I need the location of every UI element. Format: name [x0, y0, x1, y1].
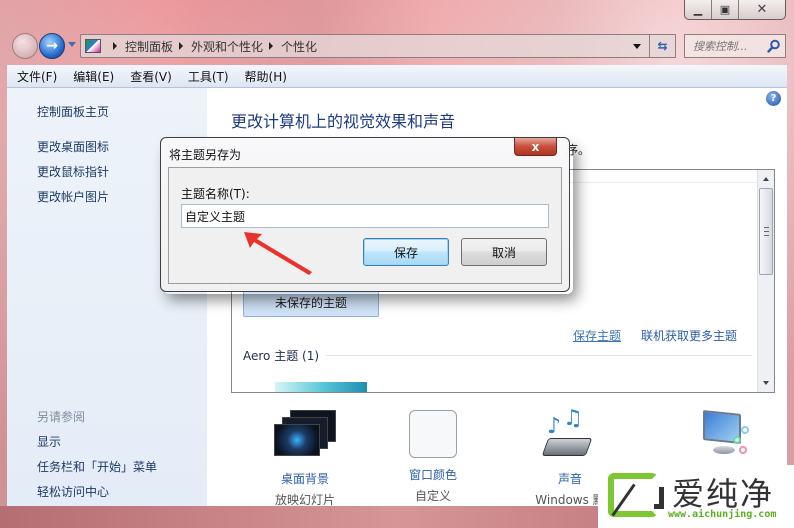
- menu-help[interactable]: 帮助(H): [245, 68, 287, 85]
- page-title: 更改计算机上的视觉效果和声音: [231, 112, 456, 131]
- caption-buttons: ▁ ▣ ✕: [684, 0, 786, 20]
- save-button[interactable]: 保存: [363, 238, 449, 266]
- breadcrumb-control-panel[interactable]: 控制面板: [125, 38, 173, 55]
- breadcrumb-chevron-icon[interactable]: [269, 42, 274, 50]
- window-color-option[interactable]: 窗口颜色 自定义: [373, 398, 493, 504]
- change-desktop-icons-link[interactable]: 更改桌面图标: [37, 138, 109, 155]
- screensaver-option[interactable]: [662, 398, 782, 462]
- close-button[interactable]: ✕: [739, 0, 785, 19]
- refresh-button[interactable]: ⇆: [650, 34, 676, 58]
- dialog-close-button[interactable]: x: [514, 138, 557, 156]
- dialog-title: 将主题另存为: [169, 148, 242, 162]
- divider: [326, 355, 752, 356]
- grip-icon: [764, 227, 769, 236]
- menu-view[interactable]: 查看(V): [130, 68, 172, 85]
- cancel-button[interactable]: 取消: [461, 238, 547, 266]
- theme-list-scrollbar[interactable]: [757, 170, 774, 392]
- refresh-icon: ⇆: [657, 39, 668, 53]
- watermark-logo-mark: [654, 487, 664, 509]
- control-panel-icon: [85, 39, 101, 53]
- breadcrumb-chevron-icon[interactable]: [179, 42, 184, 50]
- desktop-background-icon: [272, 410, 338, 462]
- get-more-themes-link[interactable]: 联机获取更多主题: [641, 327, 737, 344]
- menu-edit[interactable]: 编辑(E): [73, 68, 114, 85]
- menu-file[interactable]: 文件(F): [17, 68, 57, 85]
- change-mouse-pointers-link[interactable]: 更改鼠标指针: [37, 163, 109, 180]
- save-theme-link[interactable]: 保存主题: [573, 327, 621, 344]
- scroll-up-arrow-icon[interactable]: [763, 177, 769, 181]
- display-link[interactable]: 显示: [37, 433, 61, 450]
- desktop-background-option[interactable]: 桌面背景 放映幻灯片: [245, 398, 365, 508]
- see-also-heading: 另请参阅: [37, 410, 86, 424]
- forward-arrow-icon: →: [46, 38, 58, 54]
- help-icon[interactable]: ?: [766, 91, 781, 106]
- breadcrumb-appearance[interactable]: 外观和个性化: [191, 38, 263, 55]
- breadcrumb-chevron-icon[interactable]: [113, 42, 117, 50]
- scroll-down-arrow-icon[interactable]: [763, 381, 769, 385]
- menu-bar: 文件(F) 编辑(E) 查看(V) 工具(T) 帮助(H): [7, 65, 787, 88]
- dialog-body: 主题名称(T): 保存 取消: [168, 167, 562, 284]
- maximize-button[interactable]: ▣: [712, 0, 739, 19]
- ease-of-access-link[interactable]: 轻松访问中心: [37, 483, 109, 500]
- scroll-thumb[interactable]: [759, 188, 773, 275]
- aero-themes-group-label: Aero 主题 (1): [243, 349, 320, 363]
- back-button[interactable]: ←: [12, 33, 38, 59]
- address-dropdown-icon[interactable]: [633, 44, 641, 49]
- watermark-logo-icon: [608, 473, 658, 517]
- watermark: 爱纯净 www.aichunjing.com: [598, 465, 794, 528]
- change-account-picture-link[interactable]: 更改帐户图片: [37, 188, 109, 205]
- control-panel-home-link[interactable]: 控制面板主页: [37, 103, 109, 120]
- theme-name-label: 主题名称(T):: [181, 187, 250, 201]
- recent-pages-dropdown[interactable]: [68, 42, 76, 47]
- save-theme-dialog: 将主题另存为 x 主题名称(T): 保存 取消: [160, 137, 570, 292]
- minimize-button[interactable]: ▁: [685, 0, 712, 19]
- screensaver-icon: [689, 410, 755, 462]
- option-value: 自定义: [414, 489, 451, 503]
- option-name: 桌面背景: [280, 472, 329, 486]
- address-bar[interactable]: 控制面板 外观和个性化 个性化: [80, 34, 650, 58]
- menu-tools[interactable]: 工具(T): [188, 68, 229, 85]
- navigation-bar: ← → 控制面板 外观和个性化 个性化 ⇆: [10, 33, 786, 59]
- sound-icon: ♪ ♫: [537, 406, 603, 462]
- window-color-icon: [409, 410, 457, 458]
- option-name: 窗口颜色: [408, 468, 457, 482]
- magnifier-icon[interactable]: [767, 39, 781, 53]
- search-input[interactable]: [693, 39, 763, 53]
- taskbar-start-menu-link[interactable]: 任务栏和「开始」菜单: [37, 458, 157, 475]
- search-box[interactable]: [684, 34, 786, 58]
- theme-name-input[interactable]: [181, 204, 549, 228]
- watermark-url: www.aichunjing.com: [668, 509, 777, 520]
- breadcrumb-personalization[interactable]: 个性化: [281, 38, 317, 55]
- forward-button[interactable]: →: [39, 33, 65, 59]
- aero-theme-thumbnail[interactable]: [275, 382, 367, 392]
- back-arrow-icon: ←: [19, 38, 31, 54]
